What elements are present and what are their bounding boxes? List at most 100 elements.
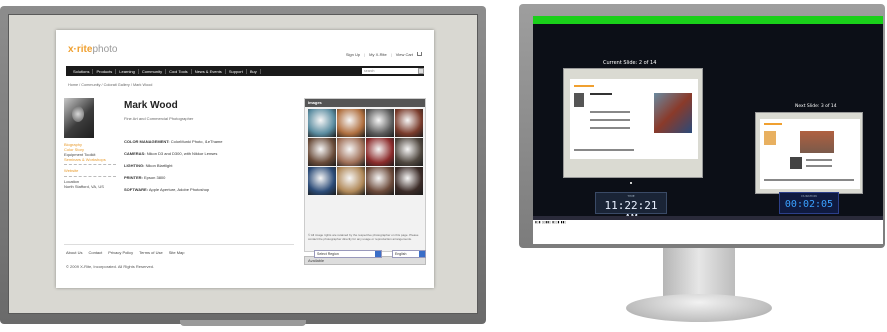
image-thumbnail[interactable] [337, 167, 365, 195]
footer-divider [64, 244, 294, 245]
my-xrite-link[interactable]: My X-Rite [369, 52, 387, 57]
mini-line [590, 127, 630, 129]
image-thumbnail[interactable] [308, 167, 336, 195]
current-slide-preview[interactable] [563, 68, 703, 178]
language-select[interactable]: English [392, 250, 426, 258]
nav-community[interactable]: Community [139, 68, 167, 74]
divider [64, 176, 116, 177]
mini-line [574, 149, 634, 151]
images-panel-title: Images [305, 99, 425, 107]
detail-key: LIGHTING: [124, 163, 145, 168]
brand-suffix: photo [92, 44, 118, 55]
current-slide-label: Current Slide: 2 of 14 [603, 60, 657, 66]
mini-line [806, 165, 832, 167]
nav-products[interactable]: Products [93, 68, 117, 74]
search-input[interactable]: search [362, 68, 422, 74]
profile-details: COLOR MANAGEMENT: ColorMunki Photo, i1eT… [124, 136, 223, 196]
mini-line [806, 159, 832, 161]
timer-panel: DURATION 00:02:05 [779, 192, 839, 214]
cart-icon[interactable] [417, 52, 422, 56]
image-thumbnail[interactable] [366, 109, 394, 137]
next-slide-label: Next Slide: 3 of 14 [795, 104, 837, 109]
detail-key: CAMERAS: [124, 151, 146, 156]
divider [64, 164, 116, 165]
profile-sidebar: Biography Color Story Equipment Toolkit … [64, 142, 114, 189]
footer-contact-link[interactable]: Contact [88, 250, 102, 255]
location-value: North Stafford, VA, US [64, 184, 104, 189]
mini-photo [800, 131, 834, 153]
detail-row: CAMERAS: Nikon D3 and D300, with Nikkor … [124, 148, 223, 160]
separator: | [390, 52, 392, 57]
detail-key: PRINTER: [124, 175, 143, 180]
next-slide-preview[interactable] [755, 112, 863, 194]
profile-photo [64, 98, 94, 138]
detail-value: Apple Aperture, Adobe Photoshop [148, 187, 210, 192]
stage: x·ritephoto Sign Up | My X-Rite | View C… [0, 0, 887, 332]
image-thumbnail[interactable] [308, 109, 336, 137]
xrite-webpage: x·ritephoto Sign Up | My X-Rite | View C… [56, 30, 434, 288]
nav-news-events[interactable]: News & Events [192, 68, 226, 74]
detail-value: Nikon Blartlight [145, 163, 173, 168]
taskbar-icons[interactable]: ▮▯▮ ▯▯▮▮▯ ▮▯▯▮ ▮▮▯ [533, 220, 566, 224]
image-thumbnail[interactable] [337, 109, 365, 137]
image-thumbnail[interactable] [395, 109, 423, 137]
left-display-stand [180, 320, 306, 326]
search-icon[interactable] [418, 68, 424, 74]
nav-learning[interactable]: Learning [116, 68, 139, 74]
detail-key: COLOR MANAGEMENT: [124, 139, 170, 144]
footer-terms-link[interactable]: Terms of Use [139, 250, 163, 255]
detail-row: PRINTER: Epson 3800 [124, 172, 223, 184]
image-thumbnail[interactable] [395, 167, 423, 195]
brand-prefix: x·rite [68, 44, 93, 55]
breadcrumb[interactable]: Home / Community / Colorati Gallery / Ma… [68, 83, 152, 87]
region-select[interactable]: Select Region [314, 250, 382, 258]
detail-key: SOFTWARE: [124, 187, 148, 192]
chevron-down-icon[interactable] [419, 251, 425, 257]
profile-name: Mark Wood [124, 100, 178, 111]
top-links: Sign Up | My X-Rite | View Cart [346, 52, 422, 57]
image-thumbnails [308, 109, 424, 195]
view-cart-link[interactable]: View Cart [396, 52, 413, 57]
mini-logo [764, 123, 782, 125]
separator: | [364, 52, 366, 57]
detail-row: SOFTWARE: Apple Aperture, Adobe Photosho… [124, 184, 223, 196]
next-slide-content [760, 119, 860, 189]
monitor-screen: Current Slide: 2 of 14 Next Slide: 3 of … [533, 16, 883, 244]
region-select-value: Select Region [317, 252, 339, 256]
profile-subtitle: Fine Art and Commercial Photographer [124, 116, 194, 121]
footer-links: About Us Contact Privacy Policy Terms of… [66, 250, 185, 255]
monitor-neck [663, 248, 735, 296]
clock-panel: TIME 11:22:21 AM [595, 192, 667, 225]
nav-support[interactable]: Support [226, 68, 247, 74]
current-slide-content [570, 79, 698, 159]
detail-row: LIGHTING: Nikon Blartlight [124, 160, 223, 172]
copyright: © 2009 X-Rite, Incorporated. All Rights … [66, 264, 155, 269]
nav-cool-tools[interactable]: Cool Tools [166, 68, 192, 74]
chevron-down-icon[interactable] [375, 251, 381, 257]
brand-logo[interactable]: x·ritephoto [68, 44, 117, 55]
image-rights-note: © All image rights are retained by the r… [308, 233, 419, 241]
detail-value: ColorMunki Photo, i1eThame [170, 139, 223, 144]
image-thumbnail[interactable] [395, 138, 423, 166]
slide-indicator [630, 182, 632, 184]
mini-line [590, 93, 612, 95]
image-thumbnail[interactable] [337, 138, 365, 166]
mini-line [590, 119, 630, 121]
mini-gallery [654, 93, 692, 133]
footer-about-link[interactable]: About Us [66, 250, 82, 255]
taskbar-strip: ▮▯▮ ▯▯▮▮▯ ▮▯▯▮ ▮▮▯ [533, 220, 883, 244]
language-select-value: English [395, 252, 407, 256]
sign-up-link[interactable]: Sign Up [346, 52, 360, 57]
footer-privacy-link[interactable]: Privacy Policy [108, 250, 133, 255]
image-thumbnail[interactable] [366, 138, 394, 166]
image-thumbnail[interactable] [366, 167, 394, 195]
clock-label: TIME [627, 194, 635, 198]
images-panel: Images © All image rights are retained b… [304, 98, 426, 252]
nav-solutions[interactable]: Solutions [70, 68, 94, 74]
presenter-top-bar [533, 16, 883, 24]
nav-buy[interactable]: Buy [247, 68, 261, 74]
image-thumbnail[interactable] [308, 138, 336, 166]
footer-sitemap-link[interactable]: Site Map [169, 250, 185, 255]
mini-portrait [790, 157, 802, 169]
timer-value: 00:02:05 [784, 199, 834, 210]
